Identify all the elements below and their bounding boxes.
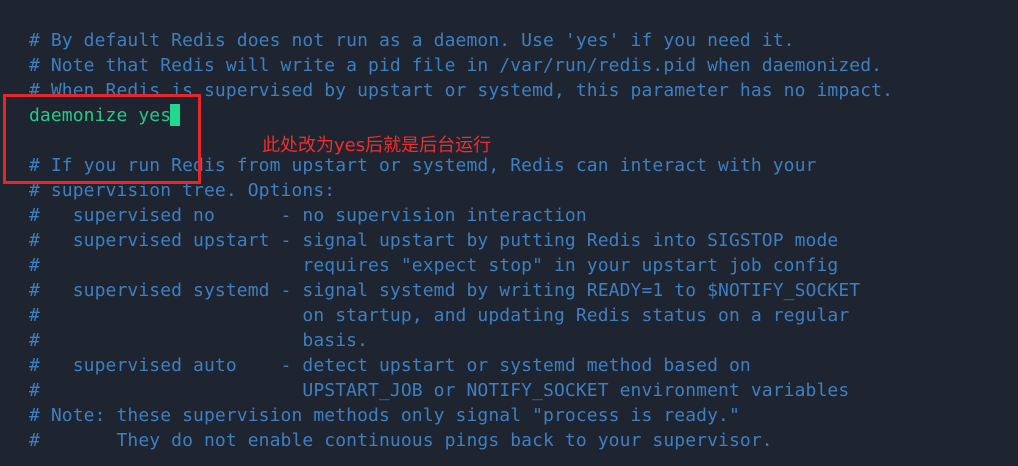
blank-line[interactable] — [0, 3, 1018, 28]
code-editor[interactable]: ################################# GENERA… — [0, 0, 1018, 453]
highlight-box — [3, 94, 201, 184]
comment-line[interactable]: # They do not enable continuous pings ba… — [0, 428, 1018, 453]
comment-line[interactable]: # By default Redis does not run as a dae… — [0, 28, 1018, 53]
line-text: ################################# GENERA… — [29, 0, 893, 1]
line-text: # supervised auto - detect upstart or sy… — [29, 355, 751, 376]
line-text: # They do not enable continuous pings ba… — [29, 430, 773, 451]
comment-line[interactable]: # UPSTART_JOB or NOTIFY_SOCKET environme… — [0, 378, 1018, 403]
line-text: # supervised upstart - signal upstart by… — [29, 230, 839, 251]
comment-line[interactable]: # supervised auto - detect upstart or sy… — [0, 353, 1018, 378]
line-text: # supervised systemd - signal systemd by… — [29, 280, 861, 301]
comment-line[interactable]: # Note that Redis will write a pid file … — [0, 53, 1018, 78]
line-text: # Note: these supervision methods only s… — [29, 405, 740, 426]
line-text: # on startup, and updating Redis status … — [29, 305, 850, 326]
line-text: # supervised no - no supervision interac… — [29, 205, 587, 226]
comment-line[interactable]: # requires "expect stop" in your upstart… — [0, 253, 1018, 278]
comment-line[interactable]: # supervised no - no supervision interac… — [0, 203, 1018, 228]
comment-line[interactable]: # basis. — [0, 328, 1018, 353]
comment-line[interactable]: # supervised upstart - signal upstart by… — [0, 228, 1018, 253]
line-text — [29, 5, 40, 26]
line-text: # UPSTART_JOB or NOTIFY_SOCKET environme… — [29, 380, 850, 401]
line-text: # Note that Redis will write a pid file … — [29, 55, 883, 76]
annotation-note: 此处改为yes后就是后台运行 — [262, 135, 492, 156]
line-text: # basis. — [29, 330, 369, 351]
comment-line[interactable]: # Note: these supervision methods only s… — [0, 403, 1018, 428]
comment-line[interactable]: # on startup, and updating Redis status … — [0, 303, 1018, 328]
line-text: # requires "expect stop" in your upstart… — [29, 255, 839, 276]
line-text: # By default Redis does not run as a dae… — [29, 30, 795, 51]
comment-line[interactable]: # supervised systemd - signal systemd by… — [0, 278, 1018, 303]
